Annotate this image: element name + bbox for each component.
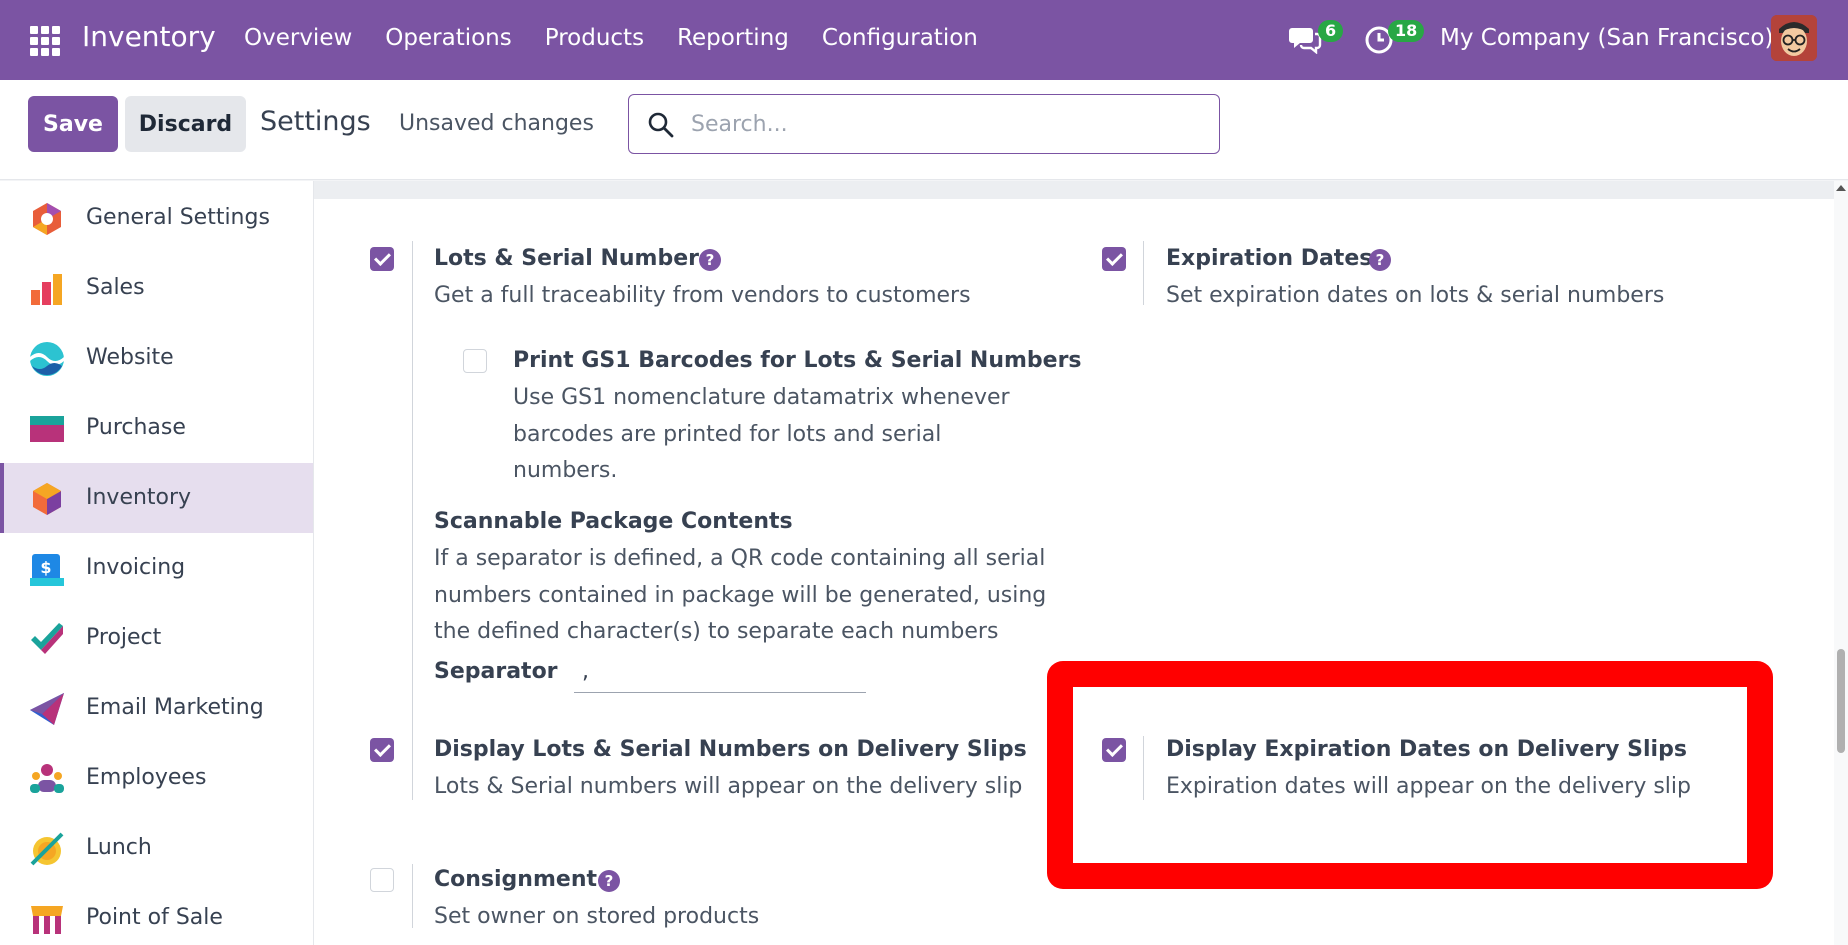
expiration-dates-description: Set expiration dates on lots & serial nu… — [1166, 283, 1665, 308]
help-icon[interactable]: ? — [598, 870, 620, 892]
inventory-icon — [33, 483, 61, 515]
sidebar-item-invoicing[interactable]: $ Invoicing — [0, 533, 313, 603]
activity-count-badge: 18 — [1388, 20, 1425, 42]
sidebar-item-purchase[interactable]: Purchase — [0, 393, 313, 463]
menu-operations[interactable]: Operations — [385, 25, 511, 51]
sidebar-item-point-of-sale[interactable]: Point of Sale — [0, 883, 313, 945]
display-lots-checkbox[interactable] — [370, 738, 394, 762]
employees-icon — [30, 764, 64, 793]
gs1-barcodes-description: Use GS1 nomenclature datamatrix whenever — [513, 385, 1010, 410]
sidebar-item-email-marketing[interactable]: Email Marketing — [0, 673, 313, 743]
sidebar-label: Website — [86, 345, 174, 370]
lots-serial-title: Lots & Serial Numbers — [434, 246, 713, 271]
setting-divider — [412, 241, 413, 763]
gs1-barcodes-checkbox[interactable] — [463, 349, 487, 373]
invoicing-icon: $ — [30, 554, 64, 586]
general-settings-icon — [33, 203, 61, 235]
main-menu: Overview Operations Products Reporting C… — [244, 25, 978, 51]
gs1-barcodes-description: numbers. — [513, 458, 618, 483]
separator-label: Separator — [434, 659, 558, 684]
help-icon[interactable]: ? — [1369, 249, 1391, 271]
vertical-scrollbar[interactable] — [1834, 181, 1848, 945]
consignment-title: Consignment — [434, 867, 597, 892]
package-contents-description: If a separator is defined, a QR code con… — [434, 546, 1046, 571]
sidebar-item-sales[interactable]: Sales — [0, 253, 313, 323]
control-panel: Save Discard Settings Unsaved changes — [0, 80, 1848, 180]
unsaved-status: Unsaved changes — [399, 111, 594, 136]
user-avatar[interactable] — [1771, 15, 1817, 61]
project-icon — [31, 623, 63, 654]
section-header-strip — [314, 181, 1834, 199]
display-lots-title: Display Lots & Serial Numbers on Deliver… — [434, 737, 1027, 762]
company-switcher[interactable]: My Company (San Francisco) — [1440, 25, 1773, 51]
scrollbar-thumb[interactable] — [1837, 649, 1845, 753]
setting-divider — [1143, 241, 1144, 305]
menu-overview[interactable]: Overview — [244, 25, 352, 51]
setting-divider — [1143, 736, 1144, 800]
sidebar-label: Invoicing — [86, 555, 186, 580]
search-icon — [648, 112, 674, 138]
gs1-barcodes-description: barcodes are printed for lots and serial — [513, 422, 942, 447]
purchase-icon — [30, 416, 64, 442]
app-name[interactable]: Inventory — [82, 20, 216, 53]
lots-serial-description: Get a full traceability from vendors to … — [434, 283, 971, 308]
email-marketing-icon — [30, 693, 64, 725]
sidebar-label: Employees — [86, 765, 207, 790]
search-input[interactable] — [691, 105, 1191, 143]
sidebar-item-inventory[interactable]: Inventory — [0, 463, 313, 533]
sidebar-item-lunch[interactable]: Lunch — [0, 813, 313, 883]
chat-count-badge: 6 — [1318, 20, 1344, 42]
save-button[interactable]: Save — [28, 96, 118, 152]
scroll-up-icon[interactable] — [1836, 185, 1846, 191]
website-icon — [30, 342, 64, 376]
search-box — [628, 94, 1220, 154]
sidebar-item-website[interactable]: Website — [0, 323, 313, 393]
page-title: Settings — [260, 106, 371, 137]
consignment-description: Set owner on stored products — [434, 904, 760, 929]
expiration-dates-checkbox[interactable] — [1102, 247, 1126, 271]
sidebar-item-project[interactable]: Project — [0, 603, 313, 673]
display-expiration-title: Display Expiration Dates on Delivery Sli… — [1166, 737, 1687, 762]
top-navbar: Inventory Overview Operations Products R… — [0, 0, 1848, 80]
sidebar-label: Sales — [86, 275, 145, 300]
sidebar-item-employees[interactable]: Employees — [0, 743, 313, 813]
sidebar-label: Email Marketing — [86, 695, 264, 720]
sidebar-label: General Settings — [86, 205, 270, 230]
sidebar-label: Inventory — [86, 485, 192, 510]
gs1-barcodes-title: Print GS1 Barcodes for Lots & Serial Num… — [513, 348, 1082, 373]
separator-input[interactable] — [574, 651, 866, 693]
svg-text:$: $ — [40, 558, 51, 577]
display-expiration-checkbox[interactable] — [1102, 738, 1126, 762]
sidebar-label: Purchase — [86, 415, 186, 440]
settings-sidebar: General Settings Sales Website Purchase … — [0, 181, 314, 945]
display-lots-description: Lots & Serial numbers will appear on the… — [434, 774, 1023, 799]
apps-grid-icon[interactable] — [30, 26, 60, 56]
sales-icon — [31, 274, 62, 305]
setting-divider — [412, 864, 413, 928]
menu-reporting[interactable]: Reporting — [677, 25, 789, 51]
sidebar-label: Lunch — [86, 835, 152, 860]
consignment-checkbox[interactable] — [370, 868, 394, 892]
settings-content: Lots & Serial Numbers ? Get a full trace… — [314, 181, 1834, 945]
menu-configuration[interactable]: Configuration — [822, 25, 978, 51]
discard-button[interactable]: Discard — [125, 96, 246, 152]
expiration-dates-title: Expiration Dates — [1166, 246, 1373, 271]
lots-serial-checkbox[interactable] — [370, 247, 394, 271]
package-contents-description: the defined character(s) to separate eac… — [434, 619, 999, 644]
package-contents-description: numbers contained in package will be gen… — [434, 583, 1047, 608]
sidebar-label: Project — [86, 625, 162, 650]
menu-products[interactable]: Products — [545, 25, 644, 51]
point-of-sale-icon — [31, 906, 63, 934]
help-icon[interactable]: ? — [699, 249, 721, 271]
lunch-icon — [30, 832, 64, 866]
display-expiration-description: Expiration dates will appear on the deli… — [1166, 774, 1691, 799]
setting-divider — [412, 736, 413, 800]
package-contents-title: Scannable Package Contents — [434, 509, 793, 534]
sidebar-item-general-settings[interactable]: General Settings — [0, 183, 313, 253]
sidebar-label: Point of Sale — [86, 905, 223, 930]
chat-icon[interactable] — [1288, 24, 1322, 54]
